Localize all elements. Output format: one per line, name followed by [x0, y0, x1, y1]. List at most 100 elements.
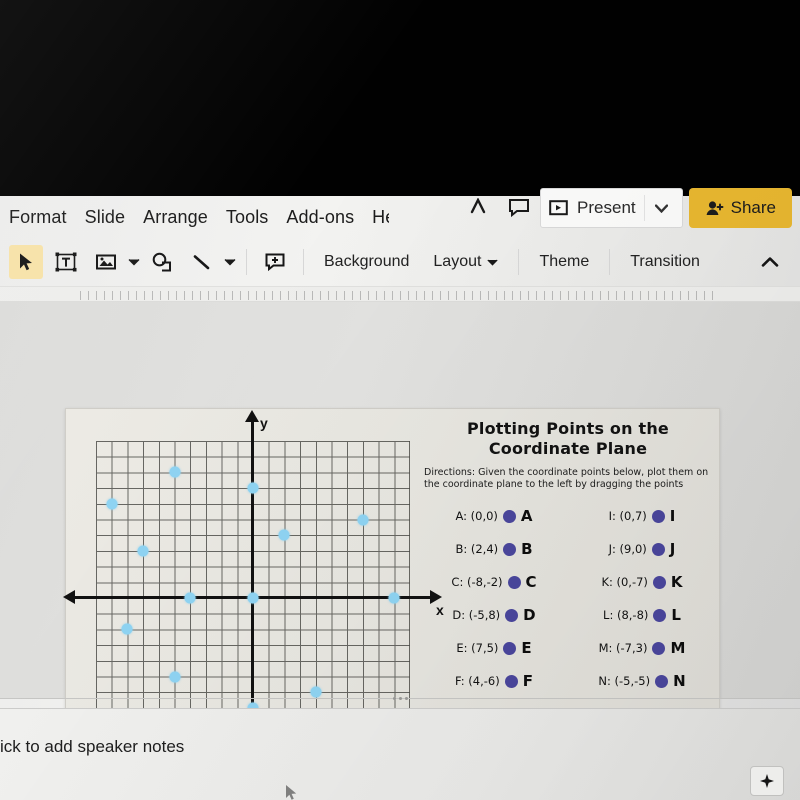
draggable-point-dot[interactable]	[503, 641, 517, 655]
plot-point[interactable]	[310, 686, 322, 698]
draggable-point-dot[interactable]	[653, 608, 667, 622]
point-letter-label: I	[669, 507, 676, 525]
shape-icon[interactable]	[145, 245, 179, 279]
line-icon[interactable]	[185, 245, 219, 279]
plot-point[interactable]	[247, 482, 259, 494]
draggable-point-dot[interactable]	[655, 674, 669, 688]
point-coordinate-label: N: (-5,-5)	[598, 674, 651, 688]
cursor-arrow-icon[interactable]	[456, 188, 498, 228]
transition-button[interactable]: Transition	[618, 245, 712, 279]
menu-item-arrange[interactable]: Arrange	[134, 207, 217, 228]
point-coordinate-label: C: (-8,-2)	[451, 575, 503, 589]
point-legend-item[interactable]: J: (9,0) J	[572, 538, 712, 560]
google-slides-window: Format Slide Arrange Tools Add-ons He Pr…	[0, 188, 800, 800]
point-coordinate-label: F: (4,-6)	[455, 674, 500, 688]
point-letter-label: B	[521, 540, 533, 558]
point-letter-label: F	[522, 672, 533, 690]
draggable-point-dot[interactable]	[504, 674, 518, 688]
x-axis-arrow-left	[63, 590, 75, 604]
point-legend-item[interactable]: L: (8,-8) L	[572, 604, 712, 626]
point-legend-item[interactable]: B: (2,4) B	[424, 538, 564, 560]
point-coordinate-label: L: (8,-8)	[603, 608, 649, 622]
plot-point[interactable]	[137, 545, 149, 557]
drag-handle-dots-icon[interactable]	[374, 692, 426, 704]
menu-item-addons[interactable]: Add-ons	[277, 207, 363, 228]
plot-point[interactable]	[106, 498, 118, 510]
point-legend-item[interactable]: I: (0,7) I	[572, 505, 712, 527]
point-legend-item[interactable]: C: (-8,-2) C	[424, 571, 564, 593]
draggable-point-dot[interactable]	[502, 509, 516, 523]
point-coordinate-label: K: (0,-7)	[601, 575, 648, 589]
point-legend-item[interactable]: F: (4,-6) F	[424, 670, 564, 692]
point-letter-label: D	[523, 606, 536, 624]
present-screen-icon	[543, 188, 573, 228]
draggable-point-dot[interactable]	[651, 509, 665, 523]
screenshot-root: Format Slide Arrange Tools Add-ons He Pr…	[0, 0, 800, 800]
mouse-cursor-icon	[285, 784, 299, 800]
point-legend-item[interactable]: D: (-5,8) D	[424, 604, 564, 626]
point-letter-label: J	[669, 540, 676, 558]
point-letter-label: K	[670, 573, 683, 591]
present-label: Present	[577, 198, 636, 217]
point-legend-item[interactable]: N: (-5,-5) N	[572, 670, 712, 692]
comment-icon[interactable]	[498, 188, 540, 228]
plot-point[interactable]	[169, 466, 180, 478]
chevron-down-icon[interactable]	[126, 245, 142, 279]
share-label: Share	[730, 198, 776, 217]
image-icon[interactable]	[89, 245, 123, 279]
draggable-point-dot[interactable]	[652, 575, 666, 589]
menu-item-slide[interactable]: Slide	[76, 207, 135, 228]
text-box-icon[interactable]	[49, 245, 83, 279]
point-coordinate-label: A: (0,0)	[455, 509, 498, 523]
menu-item-help[interactable]: He	[363, 207, 389, 228]
handle-dot	[404, 696, 408, 700]
theme-button[interactable]: Theme	[527, 245, 601, 279]
worksheet-title-line1: Plotting Points on the	[467, 419, 669, 438]
ruler-tick-marks	[80, 291, 720, 300]
draggable-point-dot[interactable]	[652, 641, 666, 655]
toolbar-divider	[246, 249, 247, 275]
cursor-arrow-icon[interactable]	[9, 245, 43, 279]
background-button[interactable]: Background	[312, 245, 421, 279]
plot-point[interactable]	[121, 623, 133, 635]
present-button[interactable]: Present	[540, 188, 683, 228]
toolbar-divider	[609, 249, 611, 275]
point-letter-label: N	[673, 672, 686, 690]
chevron-down-icon[interactable]	[643, 195, 680, 221]
point-letter-label: C	[525, 573, 537, 591]
add-comment-icon[interactable]	[258, 245, 292, 279]
plot-point[interactable]	[388, 592, 400, 604]
menu-item-format[interactable]: Format	[0, 207, 76, 228]
layout-button[interactable]: Layout	[421, 245, 510, 279]
plot-point[interactable]	[357, 514, 369, 525]
point-letter-label: A	[520, 507, 533, 525]
menu-item-tools[interactable]: Tools	[217, 207, 278, 228]
chevron-down-icon[interactable]	[222, 245, 238, 279]
point-legend-item[interactable]: A: (0,0) A	[424, 505, 564, 527]
share-button[interactable]: Share	[688, 188, 792, 228]
menu-bar: Format Slide Arrange Tools Add-ons He Pr…	[0, 188, 800, 238]
point-coordinate-label: J: (9,0)	[608, 542, 647, 556]
explore-sparkle-icon[interactable]	[750, 766, 784, 796]
chevron-up-icon[interactable]	[754, 246, 786, 278]
plot-point[interactable]	[278, 529, 290, 541]
point-legend-item[interactable]: M: (-7,3) M	[572, 637, 712, 659]
draggable-point-dot[interactable]	[507, 575, 521, 589]
plot-point[interactable]	[169, 671, 180, 682]
point-letter-label: M	[670, 639, 686, 657]
layout-label: Layout	[433, 253, 482, 270]
horizontal-ruler[interactable]	[0, 286, 800, 302]
handle-dot	[398, 696, 402, 700]
draggable-point-dot[interactable]	[505, 608, 519, 622]
slides-toolbar: Background Layout Theme Transition	[0, 238, 800, 286]
plot-point[interactable]	[247, 592, 259, 604]
point-legend-item[interactable]: K: (0,-7) K	[572, 571, 712, 593]
draggable-point-dot[interactable]	[651, 542, 665, 556]
plot-point[interactable]	[184, 592, 196, 604]
toolbar-divider	[518, 249, 520, 275]
speaker-notes-placeholder[interactable]: ick to add speaker notes	[0, 737, 184, 757]
speaker-notes-pane[interactable]: ick to add speaker notes	[0, 709, 800, 800]
worksheet-title: Plotting Points on the Coordinate Plane	[424, 419, 712, 460]
draggable-point-dot[interactable]	[503, 542, 517, 556]
point-legend-item[interactable]: E: (7,5) E	[424, 637, 564, 659]
